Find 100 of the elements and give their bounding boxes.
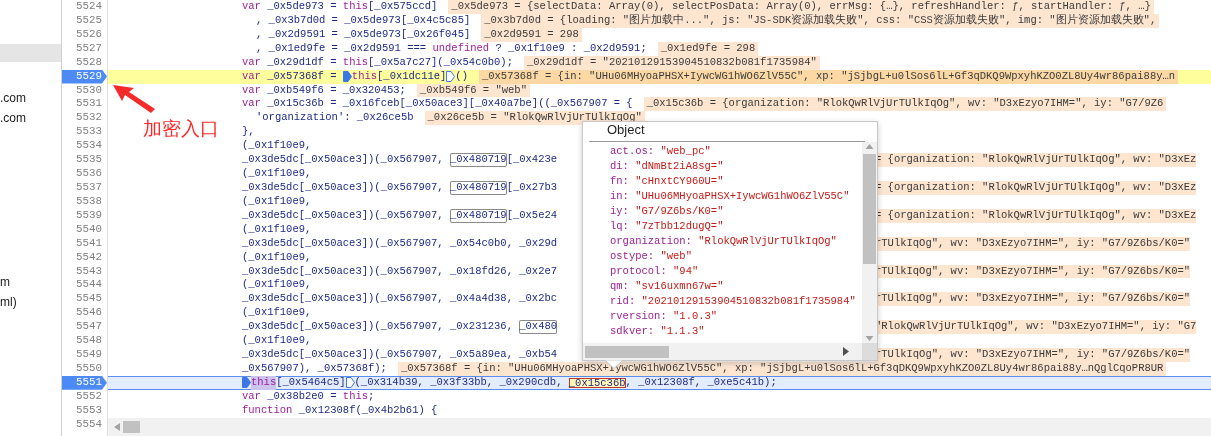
property-entry: sdkver: "1.1.3" bbox=[610, 324, 706, 339]
popup-title: Object bbox=[589, 122, 865, 142]
line-number[interactable]: 5527 bbox=[62, 41, 107, 56]
code-text: , _0x1ed9fe = _0x2d9591 === undefined ? _0x1f10e9 : _0x2d9591; bbox=[256, 41, 647, 56]
line-number[interactable]: 5536 bbox=[62, 167, 107, 181]
code-text: _0x3de5dc[_0x50ace3])(_0x567907, _0x4a4d38, _0x2bc bbox=[242, 292, 558, 307]
scrollbar-thumb[interactable] bbox=[585, 345, 669, 358]
inline-value: _0x57368f = {in: "UHu06MHyoaPHSX+IywcWG1hWO6ZlV55C", xp: "jSjbgL+u0lSos6lL+Gf3qDKQ9WpxyhKZO0ZL8Uy4wr86pai88y…n bbox=[478, 69, 1179, 84]
step-marker-icon bbox=[242, 377, 251, 389]
scroll-left-icon bbox=[114, 422, 120, 431]
code-text: _0x3de5dc[_0x50ace3])(_0x567907, _0x231236, bbox=[242, 320, 514, 335]
selected-token: this bbox=[251, 375, 277, 390]
scrollbar-corner bbox=[862, 343, 877, 360]
inline-value: rTUlkIqOg", wv: "D3xEzyo7IHM=", iy: "G7/9Z6bs/K0=" bbox=[875, 236, 1191, 251]
sidebar-item[interactable]: .com bbox=[0, 90, 61, 106]
code-text: [_0x423e bbox=[506, 153, 558, 168]
line-number[interactable]: 5534 bbox=[62, 139, 107, 154]
line-number[interactable]: 5538 bbox=[62, 194, 107, 209]
inline-value: _0x15c36b = {organization: "RlokQwRlVjUrTUlkIqOg", wv: "D3xEzyo7IHM=", iy: "G7/9Z6 bbox=[643, 97, 1167, 112]
code-text: (_0x1f10e9, bbox=[242, 222, 312, 237]
property-entry: organization: "RlokQwRlVjUrTUlkIqOg" bbox=[610, 234, 838, 249]
line-number[interactable]: 5524 bbox=[62, 0, 107, 14]
scrollbar-thumb[interactable] bbox=[863, 154, 876, 264]
line-number[interactable]: 5546 bbox=[62, 306, 107, 321]
code-text: function _0x12308f(_0x4b2b61) { bbox=[242, 403, 438, 418]
scroll-down-icon bbox=[865, 333, 874, 343]
property-entry: iy: "G7/9Z6bs/K0=" bbox=[610, 204, 725, 219]
line-number[interactable]: 5530 bbox=[62, 83, 107, 98]
code-text: this[_0x1dc11e] bbox=[351, 69, 447, 84]
line-number[interactable]: 5535 bbox=[62, 153, 107, 168]
property-entry: fn: "cHnxtCY960U=" bbox=[610, 174, 725, 189]
line-number[interactable]: 5533 bbox=[62, 125, 107, 140]
code-text: _0x3de5dc[_0x50ace3])(_0x567907, bbox=[242, 208, 445, 223]
line-number[interactable]: 5528 bbox=[62, 55, 107, 70]
inline-value: _0x29d1df = "20210129153904510832b081f1735984" bbox=[524, 55, 820, 70]
sidebar-item[interactable] bbox=[0, 44, 61, 62]
code-text: [_0x5464c5] bbox=[276, 375, 346, 390]
code-text: _0x3de5dc[_0x50ace3])(_0x567907, bbox=[242, 181, 445, 195]
code-text: var _0xb549f6 = _0x320453; bbox=[242, 83, 406, 98]
line-number[interactable]: 5525 bbox=[62, 13, 107, 28]
property-entry: qm: "sv16uxmn67w=" bbox=[610, 279, 725, 294]
line-number[interactable]: 5526 bbox=[62, 27, 107, 42]
inline-value: rTUlkIqOg", wv: "D3xEzyo7IHM=", iy: "G7/9Z6bs/K0=" bbox=[875, 348, 1191, 362]
scroll-right-icon bbox=[843, 347, 849, 356]
line-number[interactable]: 5542 bbox=[62, 250, 107, 265]
property-entry: ostype: "web" bbox=[610, 249, 693, 264]
line-number[interactable]: 5550 bbox=[62, 361, 107, 376]
scroll-up-icon bbox=[865, 142, 874, 152]
property-entry: rversion: "1.0.3" bbox=[610, 309, 719, 324]
line-number[interactable]: 5544 bbox=[62, 278, 107, 293]
line-number[interactable]: 5540 bbox=[62, 222, 107, 237]
step-marker-icon bbox=[446, 71, 456, 83]
code-text: _0x567907), _0x57368f); bbox=[242, 361, 387, 376]
inline-value: rTUlkIqOg", wv: "D3xEzyo7IHM=", iy: "G7/9Z6bs/K0=" bbox=[875, 264, 1191, 279]
property-entry: in: "UHu06MHyoaPHSX+IywcWG1hWO6ZlV55C" bbox=[610, 189, 851, 204]
line-number[interactable]: 5547 bbox=[62, 320, 107, 335]
line-number[interactable]: 5549 bbox=[62, 348, 107, 362]
line-number[interactable]: 5537 bbox=[62, 181, 107, 195]
code-text: (_0x1f10e9, bbox=[242, 278, 312, 293]
line-number[interactable]: 5541 bbox=[62, 236, 107, 251]
sidebar-item[interactable]: ml) bbox=[0, 294, 61, 310]
code-text: () bbox=[455, 69, 468, 84]
code-text: _0x3de5dc[_0x50ace3])(_0x567907, _0x5a89ea, _0xb54 bbox=[242, 348, 558, 362]
code-text: [_0x5e24 bbox=[506, 208, 558, 223]
annotation-label: 加密入口 bbox=[143, 116, 219, 140]
code-text: var _0x38b2e0 = this; bbox=[242, 389, 375, 404]
code-text: 'organization': _0x26ce5b bbox=[256, 111, 414, 126]
inline-value: rTUlkIqOg", wv: "D3xEzyo7IHM=", iy: "G7/9Z6bs/K0=" bbox=[875, 292, 1191, 307]
line-number[interactable]: 5532 bbox=[62, 111, 107, 126]
line-number[interactable]: 5543 bbox=[62, 264, 107, 279]
line-number[interactable]: 5548 bbox=[62, 334, 107, 349]
property-entry: di: "dNmBt2iA8sg=" bbox=[610, 159, 725, 174]
step-marker-icon bbox=[342, 71, 352, 83]
inline-value: _0x26ce5b = "RlokQwRlVjUrTUlkIqOg" bbox=[424, 111, 645, 126]
sidebar-item[interactable]: .com bbox=[0, 110, 61, 126]
code-text: (_0x1f10e9, bbox=[242, 167, 312, 181]
line-number[interactable]: 5553 bbox=[62, 403, 107, 418]
code-text: (_0x1f10e9, bbox=[242, 334, 312, 349]
line-number[interactable]: 5554 bbox=[62, 417, 107, 432]
horizontal-scrollbar[interactable] bbox=[583, 343, 877, 360]
scrollbar-thumb[interactable] bbox=[123, 420, 140, 433]
code-text: (_0x1f10e9, bbox=[242, 306, 312, 321]
code-text: [_0x27b3 bbox=[506, 181, 558, 195]
line-number[interactable]: 5545 bbox=[62, 292, 107, 307]
line-number[interactable]: 5531 bbox=[62, 97, 107, 112]
code-text: _0x3de5dc[_0x50ace3])(_0x567907, _0x54c0b0, _0x29d bbox=[242, 236, 558, 251]
highlighted-token: _0x480 bbox=[519, 320, 558, 335]
vertical-scrollbar[interactable] bbox=[862, 142, 877, 343]
horizontal-scrollbar[interactable] bbox=[108, 417, 1211, 436]
code-text: _0x3de5dc[_0x50ace3])(_0x567907, _0x18fd26, _0x2e7 bbox=[242, 264, 558, 279]
line-number[interactable]: 5552 bbox=[62, 389, 107, 404]
property-entry: protocol: "94" bbox=[610, 264, 700, 279]
line-number[interactable]: 5539 bbox=[62, 208, 107, 223]
breakpoint-line-number[interactable]: 5529 bbox=[62, 69, 107, 84]
inline-value: _0x1ed9fe = 298 bbox=[657, 41, 759, 56]
code-text: var _0x57368f = bbox=[242, 69, 338, 84]
code-text: (_0x1f10e9, bbox=[242, 250, 312, 265]
inline-value: "RlokQwRlVjUrTUlkIqOg", wv: "D3xEzyo7IHM=", iy: "G7 bbox=[875, 320, 1197, 335]
breakpoint-line-number[interactable]: 5551 bbox=[62, 375, 107, 390]
sidebar-item[interactable]: m bbox=[0, 274, 61, 290]
